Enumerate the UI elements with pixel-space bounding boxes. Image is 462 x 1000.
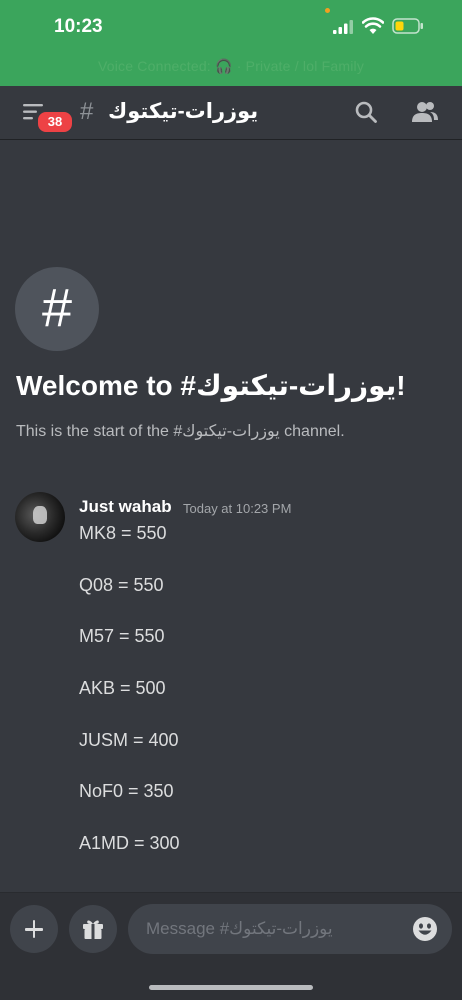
recording-indicator-dot <box>325 8 330 13</box>
search-icon[interactable] <box>354 100 378 124</box>
message-input-placeholder: Message #يوزرات-تيكتوك <box>146 919 333 938</box>
channel-header: 38 # يوزرات-تيكتوك <box>0 86 462 140</box>
emoji-icon[interactable] <box>412 916 438 942</box>
message-composer: Message #يوزرات-تيكتوك <box>0 892 462 1000</box>
unread-badge: 38 <box>36 110 74 134</box>
message-line: NoF0 = 350 <box>79 781 174 802</box>
status-bar: 10:23 Voice Connected: 🎧 · Private / lol… <box>0 0 462 86</box>
welcome-title: Welcome to #يوزرات-تيكتوك! <box>16 370 406 401</box>
message-line: JUSM = 400 <box>79 729 179 750</box>
message-input[interactable]: Message #يوزرات-تيكتوك <box>128 904 452 954</box>
avatar[interactable] <box>15 492 65 542</box>
message-line: Q08 = 550 <box>79 574 164 595</box>
message-line: A1MD = 300 <box>79 833 180 854</box>
message-line: M57 = 550 <box>79 626 165 647</box>
message-timestamp: Today at 10:23 PM <box>183 501 292 516</box>
welcome-subtitle: This is the start of the #يوزرات-تيكتوك … <box>16 423 345 440</box>
gift-button[interactable] <box>69 905 117 953</box>
home-indicator[interactable] <box>149 985 313 990</box>
message-line: MK8 = 550 <box>79 523 167 543</box>
gift-icon <box>83 920 103 939</box>
status-time: 10:23 <box>54 16 103 37</box>
members-icon[interactable] <box>411 100 439 124</box>
voice-connected-bar[interactable]: Voice Connected: 🎧 · Private / lol Famil… <box>0 58 462 75</box>
channel-title: يوزرات-تيكتوك <box>108 100 259 123</box>
channel-hash-icon: # <box>80 98 94 125</box>
battery-icon <box>392 18 423 34</box>
cellular-signal-icon <box>333 20 353 34</box>
message-content[interactable]: MK8 = 550 Q08 = 550 M57 = 550 AKB = 500 … <box>79 522 439 884</box>
attach-button[interactable] <box>10 905 58 953</box>
message-author[interactable]: Just wahab <box>79 497 172 517</box>
wifi-icon <box>362 17 384 34</box>
channel-icon-circle: # <box>15 267 99 351</box>
menu-button[interactable]: 38 <box>20 100 74 134</box>
hash-icon: # <box>41 278 73 338</box>
message-line: AKB = 500 <box>79 678 166 699</box>
